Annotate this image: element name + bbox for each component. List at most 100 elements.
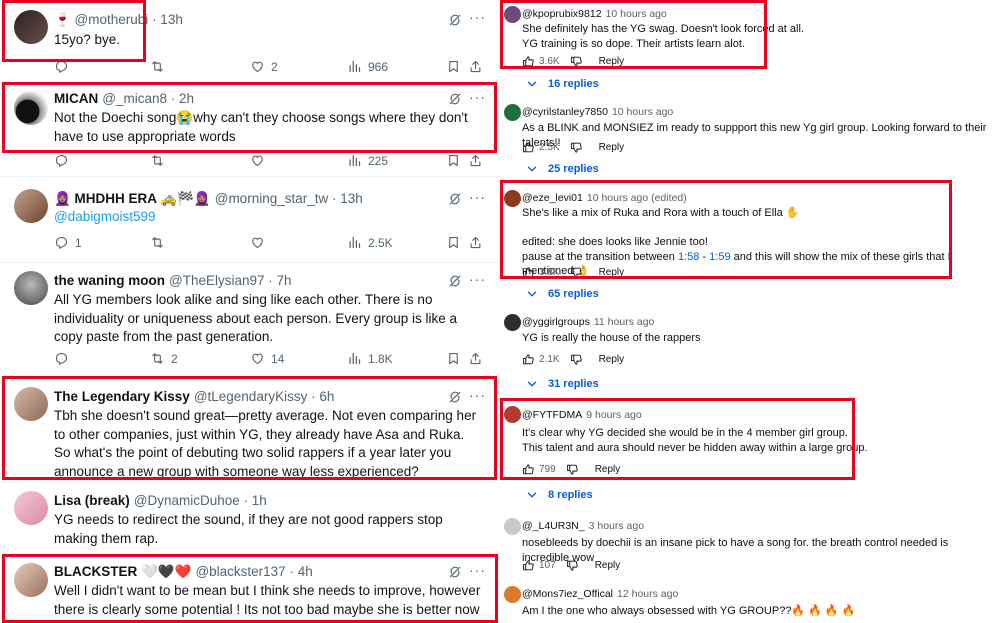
tweet-handle[interactable]: @TheElysian97	[169, 273, 265, 288]
tweet-author[interactable]: The Legendary Kissy	[54, 389, 190, 404]
views-button[interactable]: 966	[347, 59, 388, 74]
bookmark-button[interactable]	[446, 153, 461, 168]
tweet[interactable]: 🧕🏽 MHDHH ERA 🚕🏁🧕🏽 @morning_star_tw · 13h …	[0, 177, 500, 261]
reply-button[interactable]: Reply	[595, 464, 621, 475]
tweet-author[interactable]: 🧕🏽 MHDHH ERA 🚕🏁🧕🏽	[54, 191, 211, 206]
reply-button[interactable]: Reply	[599, 142, 625, 153]
comment-author[interactable]: @yggirlgroups	[522, 316, 590, 328]
comment-time[interactable]: 9 hours ago	[586, 409, 641, 421]
comment-time[interactable]: 12 hours ago	[617, 588, 678, 600]
more-icon[interactable]: ···	[469, 387, 486, 403]
share-button[interactable]	[468, 351, 483, 366]
tweet-handle[interactable]: @morning_star_tw	[215, 191, 329, 206]
view-replies-button[interactable]: 31 replies	[526, 378, 599, 390]
retweet-button[interactable]	[150, 59, 165, 74]
like-icon[interactable]	[522, 141, 535, 154]
comment-time[interactable]: 3 hours ago	[589, 520, 644, 532]
more-icon[interactable]: ···	[469, 271, 486, 287]
like-icon[interactable]	[522, 266, 535, 279]
share-button[interactable]	[468, 59, 483, 74]
avatar[interactable]	[504, 6, 521, 23]
comment-author[interactable]: @Mons7iez_Offical	[522, 588, 613, 600]
tweet-handle[interactable]: @blackster137	[195, 564, 285, 579]
avatar[interactable]	[14, 271, 48, 305]
dislike-icon[interactable]	[566, 559, 579, 572]
reply-button[interactable]: Reply	[595, 560, 621, 571]
comment-author[interactable]: @kpoprubix9812	[522, 8, 602, 20]
timestamp-link[interactable]: 1:58	[678, 251, 699, 263]
comment-author[interactable]: @FYTFDMA	[522, 409, 582, 421]
avatar[interactable]	[504, 406, 521, 423]
tweet-author[interactable]: the waning moon	[54, 273, 165, 288]
avatar[interactable]	[14, 387, 48, 421]
share-button[interactable]	[468, 235, 483, 250]
dislike-icon[interactable]	[570, 141, 583, 154]
more-icon[interactable]: ···	[469, 9, 486, 25]
tweet-handle[interactable]: @tLegendaryKissy	[194, 389, 308, 404]
tweet-author[interactable]: Lisa (break)	[54, 493, 130, 508]
bookmark-button[interactable]	[446, 59, 461, 74]
reply-button[interactable]: Reply	[599, 354, 625, 365]
tweet-time[interactable]: · 13h	[152, 12, 183, 27]
tweet-time[interactable]: · 2h	[171, 91, 194, 106]
views-button[interactable]: 1.8K	[347, 351, 393, 366]
comment-author[interactable]: @eze_levi01	[522, 192, 583, 204]
tweet-time[interactable]: · 1h	[244, 493, 267, 508]
dislike-icon[interactable]	[570, 353, 583, 366]
avatar[interactable]	[504, 518, 521, 535]
tweet[interactable]: 🍷 @motherubi · 13h ··· 15yo? bye. 2 966	[0, 0, 500, 82]
timestamp-link[interactable]: 1:59	[709, 251, 730, 263]
like-icon[interactable]	[522, 463, 535, 476]
tweet[interactable]: MICAN @_mican8 · 2h ··· Not the Doechi so…	[0, 83, 500, 175]
like-icon[interactable]	[522, 559, 535, 572]
comment-author[interactable]: @cyrilstanley7850	[522, 106, 608, 118]
tweet-time[interactable]: · 7h	[268, 273, 291, 288]
comment-time[interactable]: 10 hours ago	[606, 8, 667, 20]
views-button[interactable]: 225	[347, 153, 388, 168]
view-replies-button[interactable]: 16 replies	[526, 78, 599, 90]
retweet-button[interactable]	[150, 153, 165, 168]
views-button[interactable]: 2.5K	[347, 235, 393, 250]
avatar[interactable]	[14, 189, 48, 223]
avatar[interactable]	[14, 10, 48, 44]
like-button[interactable]	[250, 235, 265, 250]
view-replies-button[interactable]: 65 replies	[526, 288, 599, 300]
comment-time[interactable]: 10 hours ago (edited)	[587, 192, 687, 204]
grok-icon[interactable]	[448, 92, 462, 106]
tweet[interactable]: The Legendary Kissy @tLegendaryKissy · 6h…	[0, 377, 500, 481]
avatar[interactable]	[504, 104, 521, 121]
bookmark-button[interactable]	[446, 351, 461, 366]
like-button[interactable]: 14	[250, 351, 284, 366]
like-icon[interactable]	[522, 55, 535, 68]
comment-time[interactable]: 11 hours ago	[594, 316, 655, 328]
grok-icon[interactable]	[448, 192, 462, 206]
share-button[interactable]	[468, 153, 483, 168]
grok-icon[interactable]	[448, 390, 462, 404]
reply-button[interactable]: Reply	[599, 267, 625, 278]
grok-icon[interactable]	[448, 274, 462, 288]
reply-button[interactable]	[54, 351, 69, 366]
tweet-handle[interactable]: 🍷 @motherubi	[54, 12, 148, 27]
tweet-time[interactable]: · 4h	[289, 564, 312, 579]
comment-author[interactable]: @_L4UR3N_	[522, 520, 585, 532]
reply-button[interactable]: 1	[54, 235, 82, 250]
tweet-handle[interactable]: @_mican8	[102, 91, 167, 106]
avatar[interactable]	[504, 190, 521, 207]
tweet[interactable]: Lisa (break) @DynamicDuhoe · 1h YG needs …	[0, 483, 500, 553]
tweet[interactable]: the waning moon @TheElysian97 · 7h ··· Al…	[0, 263, 500, 375]
dislike-icon[interactable]	[570, 55, 583, 68]
more-icon[interactable]: ···	[469, 89, 486, 105]
retweet-button[interactable]: 2	[150, 351, 178, 366]
mention-link[interactable]: @dabigmoist599	[54, 208, 484, 227]
grok-icon[interactable]	[448, 565, 462, 579]
tweet-author[interactable]: MICAN	[54, 91, 98, 106]
dislike-icon[interactable]	[566, 463, 579, 476]
more-icon[interactable]: ···	[469, 562, 486, 578]
reply-button[interactable]	[54, 153, 69, 168]
avatar[interactable]	[14, 491, 48, 525]
bookmark-button[interactable]	[446, 235, 461, 250]
tweet-author[interactable]: BLACKSTER 🤍🖤❤️	[54, 564, 191, 579]
like-icon[interactable]	[522, 353, 535, 366]
reply-button[interactable]: Reply	[599, 56, 625, 67]
tweet-handle[interactable]: @DynamicDuhoe	[134, 493, 240, 508]
